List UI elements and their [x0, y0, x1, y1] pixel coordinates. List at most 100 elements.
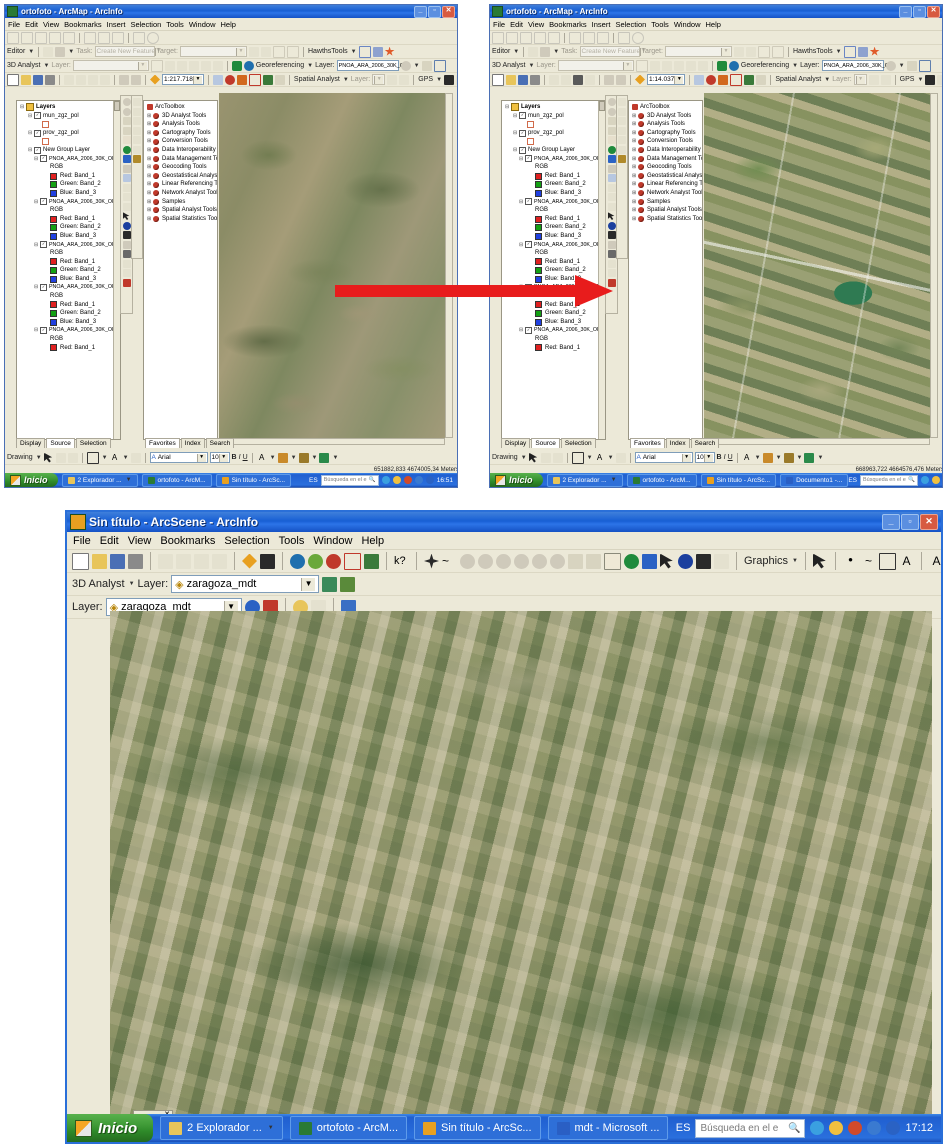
- hawths-star-icon[interactable]: [869, 46, 880, 56]
- open-folder-icon[interactable]: [506, 74, 516, 85]
- paste-icon[interactable]: [88, 74, 98, 85]
- menu-bookmarks[interactable]: Bookmarks: [549, 20, 587, 29]
- rotate-icon[interactable]: [885, 60, 896, 71]
- arcmap-window-left[interactable]: ortofoto - ArcMap - ArcInfo _ ▫ ✕ File E…: [4, 4, 458, 488]
- text-dropdown-arrow[interactable]: ▼: [123, 455, 129, 461]
- rectangle-dropdown-arrow[interactable]: ▼: [587, 455, 593, 461]
- zoom-out-icon[interactable]: [122, 107, 131, 116]
- toc-item-mun[interactable]: ⊟ ✓ mun_zgz_pol: [20, 112, 118, 121]
- overview-icon[interactable]: [618, 136, 626, 144]
- toolbox-item[interactable]: ⊞Data Interoperability Tools: [632, 146, 702, 155]
- tray-volume-icon[interactable]: [414, 476, 423, 484]
- interpolate-icon[interactable]: [322, 576, 338, 592]
- map-horizontal-scrollbar-left[interactable]: [219, 438, 445, 445]
- model-builder-icon[interactable]: [718, 74, 729, 85]
- new-document-icon[interactable]: [492, 73, 504, 86]
- rotate-element-icon[interactable]: [540, 452, 551, 463]
- arctoolbox-icon[interactable]: [224, 74, 235, 85]
- rectangle-dropdown-arrow[interactable]: ▼: [102, 455, 108, 461]
- add-data-icon[interactable]: [635, 74, 645, 85]
- fixed-zoom-in-icon[interactable]: [607, 117, 616, 125]
- interpolate-line-icon[interactable]: [150, 59, 163, 72]
- georef-layer-combobox[interactable]: PNOA_ARA_2006_30K_O▼: [821, 60, 895, 71]
- menu-view[interactable]: View: [128, 535, 152, 547]
- maximize-button[interactable]: ▫: [428, 5, 441, 18]
- set-observer-icon[interactable]: [514, 553, 529, 569]
- menu-view[interactable]: View: [43, 20, 59, 29]
- graphics-dropdown-arrow[interactable]: ▼: [792, 558, 798, 564]
- add-data-icon[interactable]: [150, 74, 160, 85]
- delete-icon[interactable]: [100, 74, 110, 85]
- menu-tools[interactable]: Tools: [651, 20, 669, 29]
- tray-network-icon[interactable]: [848, 1121, 863, 1135]
- menu-help[interactable]: Help: [361, 535, 384, 547]
- toolbox-item[interactable]: ⊞Geostatistical Analyst Tools: [147, 172, 217, 181]
- line-color-icon[interactable]: [783, 452, 794, 463]
- start-button[interactable]: Inicio: [490, 473, 543, 487]
- close-button[interactable]: ✕: [442, 5, 455, 18]
- editor-attributes-icon[interactable]: [248, 46, 259, 57]
- zoom-in-icon[interactable]: [532, 553, 547, 569]
- font-size-combobox[interactable]: 10 ▼: [694, 452, 715, 463]
- layer-checkbox[interactable]: ✓: [40, 284, 47, 292]
- layer-checkbox[interactable]: ✓: [34, 129, 41, 137]
- save-icon[interactable]: [518, 74, 528, 85]
- spatial-analyst-menu-label[interactable]: Spatial Analyst: [775, 76, 821, 83]
- rotate-dropdown-arrow[interactable]: ▼: [899, 63, 905, 69]
- 3d-analyst-dropdown-arrow[interactable]: ▼: [43, 63, 49, 69]
- arctoolbox-panel-right[interactable]: ArcToolbox ⊞ 3D Analyst Tools ⊞ Analysis T…: [628, 100, 703, 440]
- layer-checkbox[interactable]: ✓: [525, 155, 532, 163]
- zoom-out-icon[interactable]: [607, 107, 616, 116]
- save-icon[interactable]: [110, 553, 125, 569]
- clear-selection-icon[interactable]: [607, 193, 616, 201]
- menubar-right[interactable]: File Edit View Bookmarks Insert Selectio…: [490, 18, 942, 31]
- topology-edge-icon[interactable]: [21, 31, 33, 44]
- editor-dropdown-arrow[interactable]: ▼: [513, 49, 519, 55]
- menu-edit[interactable]: Edit: [510, 20, 523, 29]
- tray-update-icon[interactable]: [886, 1121, 901, 1135]
- gps-pos-icon[interactable]: [937, 74, 942, 85]
- lock-icon[interactable]: [133, 155, 141, 163]
- hawthstools-dropdown-arrow[interactable]: ▼: [836, 49, 842, 55]
- select-elements-icon[interactable]: [528, 452, 538, 463]
- whats-this-help-icon[interactable]: [756, 74, 767, 85]
- toolbox-item[interactable]: ⊞ 3D Analyst Tools: [632, 112, 700, 121]
- toolbox-item[interactable]: ⊞ Cartography Tools: [632, 129, 700, 138]
- topology-circle-icon[interactable]: [147, 31, 159, 44]
- system-tray-right[interactable]: ES Búsqueda en el e 🔍 16:52: [848, 474, 942, 486]
- editor-dialog-icon[interactable]: [286, 45, 299, 58]
- taskbar-right[interactable]: Inicio 2 Explorador ... ▼ ortofoto - ArcM…: [490, 473, 942, 487]
- georeferencing-menu-label[interactable]: Georeferencing: [741, 62, 789, 69]
- tab-display[interactable]: Display: [16, 438, 46, 448]
- pan-hand-icon[interactable]: [122, 136, 131, 144]
- histogram-icon[interactable]: [880, 74, 891, 85]
- toolbox-root[interactable]: ArcToolbox: [147, 103, 215, 112]
- tab-search[interactable]: Search: [205, 438, 235, 448]
- gps-connect-icon[interactable]: [444, 74, 455, 85]
- toolbox-item[interactable]: ⊞Data Management Tools: [147, 155, 217, 164]
- marker-color-icon[interactable]: [319, 452, 330, 463]
- pointer-arrow-icon[interactable]: [122, 212, 130, 220]
- measure-icon[interactable]: [122, 250, 131, 258]
- gps-connect-icon[interactable]: [925, 74, 936, 85]
- menu-file[interactable]: File: [8, 20, 20, 29]
- toc-raster[interactable]: ⊟ ✓ PNOA_ARA_2006_30K_OF_ed5: [20, 155, 120, 164]
- editor-table-icon[interactable]: [757, 45, 770, 58]
- toolbox-item[interactable]: ⊞ Conversion Tools: [632, 137, 700, 146]
- topology-split-icon[interactable]: [534, 31, 546, 44]
- whats-this-help-icon[interactable]: [274, 74, 285, 85]
- task-combobox[interactable]: Create New Feature ▼: [579, 46, 647, 57]
- gps-menu-label[interactable]: GPS: [418, 76, 433, 83]
- editor-menu-label[interactable]: Editor: [7, 48, 25, 55]
- select-elements-icon[interactable]: [43, 452, 53, 463]
- contour-icon[interactable]: [200, 60, 211, 71]
- editor-toolbar-right[interactable]: Editor ▼ ▼ Task: Create New Feature ▼ Tar…: [490, 45, 942, 59]
- toc-item-prov[interactable]: ⊟ ✓ prov_zgz_pol: [20, 129, 118, 138]
- hawthstools-menu-label[interactable]: HawthsTools: [308, 48, 348, 55]
- sketch-dropdown-arrow[interactable]: ▼: [553, 49, 559, 55]
- maximize-button[interactable]: ▫: [901, 514, 919, 530]
- hawths-grid-icon[interactable]: [857, 46, 868, 57]
- identify-icon[interactable]: [122, 221, 131, 230]
- gps-dropdown-arrow[interactable]: ▼: [917, 77, 923, 83]
- standard-toolbar-left[interactable]: 1:217.718 ▼ Spatial Analyst ▼ Layer: ▼ GP…: [5, 73, 457, 87]
